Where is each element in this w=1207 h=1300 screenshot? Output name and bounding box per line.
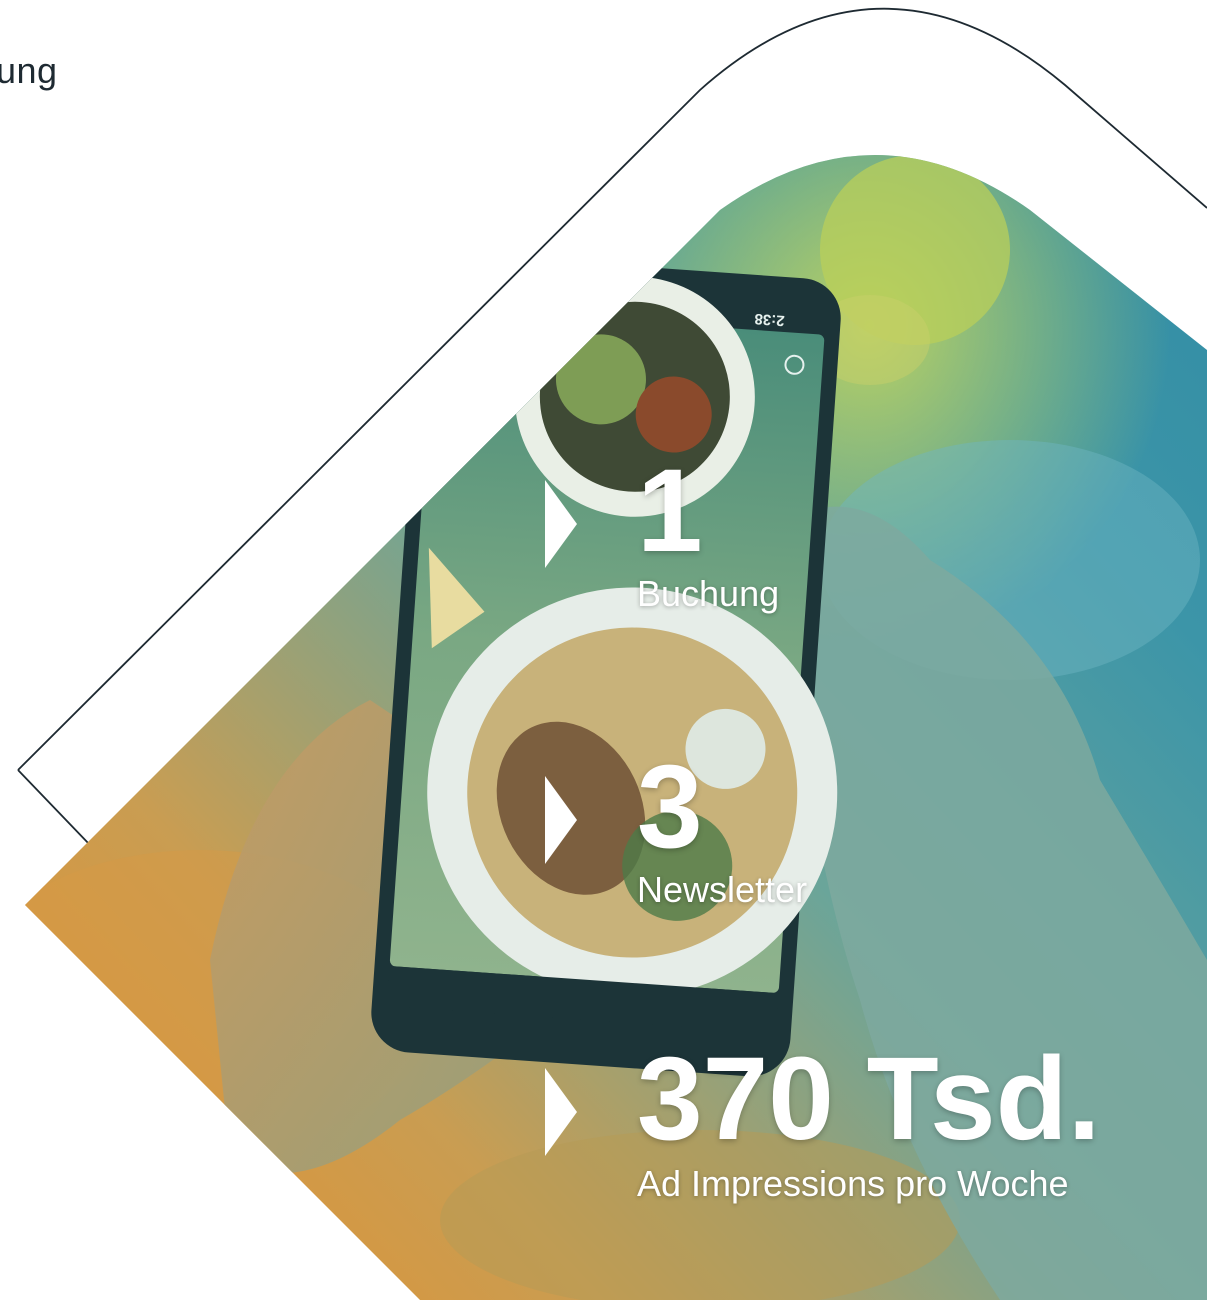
- stat-value: 1: [637, 445, 703, 577]
- stat-value: 370 Tsd.: [637, 1033, 1101, 1165]
- page: ung 2:38 1 Buchung 3 Newsletter 370 Tsd.…: [0, 0, 1207, 1300]
- triangle-arrow-icon: [545, 1068, 577, 1156]
- stat-label: Newsletter: [637, 869, 808, 910]
- triangle-arrow-icon: [545, 480, 577, 568]
- stat-label: Buchung: [637, 573, 780, 614]
- stat-value: 3: [637, 741, 703, 873]
- stat-label: Ad Impressions pro Woche: [637, 1163, 1069, 1204]
- phone-status-time: 2:38: [754, 310, 785, 329]
- triangle-arrow-icon: [545, 776, 577, 864]
